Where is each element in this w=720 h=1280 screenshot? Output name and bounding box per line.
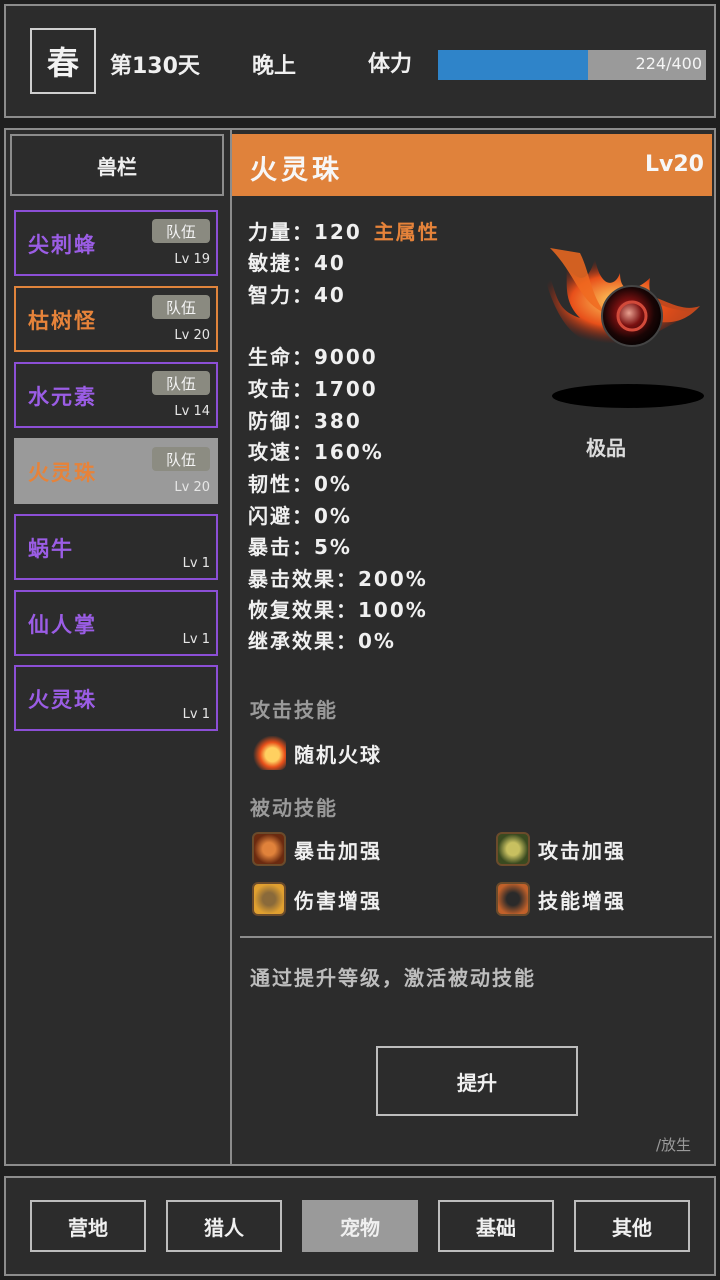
passive-skill-name: 暴击加强 — [294, 838, 382, 863]
nav-pets[interactable]: 宠物 — [302, 1200, 418, 1252]
pet-list-item-selected[interactable]: 火灵珠 队伍 Lv 20 — [14, 438, 218, 504]
upgrade-button[interactable]: 提升 — [376, 1046, 578, 1116]
pet-list-item[interactable]: 仙人掌 Lv 1 — [14, 590, 218, 656]
team-badge: 队伍 — [152, 371, 210, 395]
stat-defense: 防御：380 — [248, 409, 362, 433]
stat-attack: 攻击：1700 — [248, 377, 378, 401]
upgrade-hint: 通过提升等级，激活被动技能 — [250, 966, 536, 990]
vertical-divider — [230, 130, 232, 1164]
pet-name: 水元素 — [28, 385, 97, 409]
stamina-fill — [438, 50, 589, 80]
stat-intelligence: 智力：40 — [248, 283, 346, 307]
day-counter: 第130天 — [110, 54, 200, 79]
damage-boost-icon — [252, 882, 286, 916]
pet-name: 枯树怪 — [28, 309, 97, 333]
pet-level: Lv 19 — [174, 252, 210, 267]
attack-skill-name: 随机火球 — [294, 742, 382, 767]
sidebar-title: 兽栏 — [10, 134, 224, 196]
stat-agility: 敏捷：40 — [248, 251, 346, 275]
crit-boost-icon — [252, 832, 286, 866]
horizontal-divider — [240, 936, 712, 938]
nav-other[interactable]: 其他 — [574, 1200, 690, 1252]
pet-list-item[interactable]: 枯树怪 队伍 Lv 20 — [14, 286, 218, 352]
pet-level: Lv 1 — [182, 556, 210, 571]
pet-level: Lv 20 — [174, 480, 210, 495]
main-attribute-tag: 主属性 — [373, 220, 440, 244]
team-badge: 队伍 — [152, 447, 210, 471]
nav-camp[interactable]: 营地 — [30, 1200, 146, 1252]
passive-skill-name: 攻击加强 — [538, 838, 626, 863]
stat-toughness: 韧性：0% — [248, 472, 352, 496]
attack-skill[interactable]: 随机火球 — [252, 736, 382, 770]
pet-list-item[interactable]: 火灵珠 Lv 1 — [14, 665, 218, 731]
passive-skill-name: 技能增强 — [538, 888, 626, 913]
fire-orb-image — [540, 248, 704, 408]
pet-detail-name: 火灵珠 — [250, 155, 343, 186]
time-of-day: 晚上 — [252, 54, 297, 79]
pet-list-item[interactable]: 水元素 队伍 Lv 14 — [14, 362, 218, 428]
nav-basics[interactable]: 基础 — [438, 1200, 554, 1252]
stat-hp: 生命：9000 — [248, 345, 378, 369]
stamina-label: 体力 — [368, 52, 413, 77]
attack-boost-icon — [496, 832, 530, 866]
skill-boost-icon — [496, 882, 530, 916]
passive-skill-title: 被动技能 — [250, 796, 338, 820]
pet-detail-header: 火灵珠 Lv20 — [232, 134, 712, 196]
pet-name: 蜗牛 — [28, 537, 74, 561]
stat-strength: 力量：120 主属性 — [248, 220, 440, 244]
team-badge: 队伍 — [152, 295, 210, 319]
pet-level: Lv 14 — [174, 404, 210, 419]
pet-name: 火灵珠 — [28, 461, 97, 485]
stat-crit: 暴击：5% — [248, 535, 352, 559]
stat-dodge: 闪避：0% — [248, 504, 352, 528]
pet-name: 尖刺蜂 — [28, 233, 97, 257]
stamina-bar: 224/400 — [438, 50, 706, 80]
season-indicator: 春 — [30, 28, 96, 94]
pet-level: Lv 1 — [182, 632, 210, 647]
passive-skill[interactable]: 技能增强 — [496, 882, 626, 916]
fireball-icon — [252, 736, 286, 770]
pet-list-item[interactable]: 蜗牛 Lv 1 — [14, 514, 218, 580]
pet-level: Lv 1 — [182, 707, 210, 722]
nav-hunter[interactable]: 猎人 — [166, 1200, 282, 1252]
stat-crit-effect: 暴击效果：200% — [248, 567, 428, 591]
stamina-value: 224/400 — [635, 54, 702, 73]
main-panel: 兽栏 尖刺蜂 队伍 Lv 19 枯树怪 队伍 Lv 20 水元素 队伍 Lv 1… — [4, 128, 716, 1166]
status-bar: 春 第130天 晚上 体力 224/400 — [4, 4, 716, 118]
stat-attack-speed: 攻速：160% — [248, 440, 384, 464]
release-link[interactable]: /放生 — [656, 1134, 691, 1155]
attack-skill-title: 攻击技能 — [250, 698, 338, 722]
passive-skill[interactable]: 暴击加强 — [252, 832, 382, 866]
pet-level: Lv 20 — [174, 328, 210, 343]
bottom-nav: 营地 猎人 宠物 基础 其他 — [4, 1176, 716, 1276]
stat-recovery-effect: 恢复效果：100% — [248, 598, 428, 622]
passive-skill[interactable]: 攻击加强 — [496, 832, 626, 866]
pet-grade: 极品 — [586, 436, 626, 460]
stat-inherit-effect: 继承效果：0% — [248, 629, 396, 653]
passive-skill-name: 伤害增强 — [294, 888, 382, 913]
pet-detail-level: Lv20 — [645, 152, 704, 177]
pet-list-item[interactable]: 尖刺蜂 队伍 Lv 19 — [14, 210, 218, 276]
passive-skill[interactable]: 伤害增强 — [252, 882, 382, 916]
pet-name: 仙人掌 — [28, 613, 97, 637]
pet-name: 火灵珠 — [28, 688, 97, 712]
team-badge: 队伍 — [152, 219, 210, 243]
